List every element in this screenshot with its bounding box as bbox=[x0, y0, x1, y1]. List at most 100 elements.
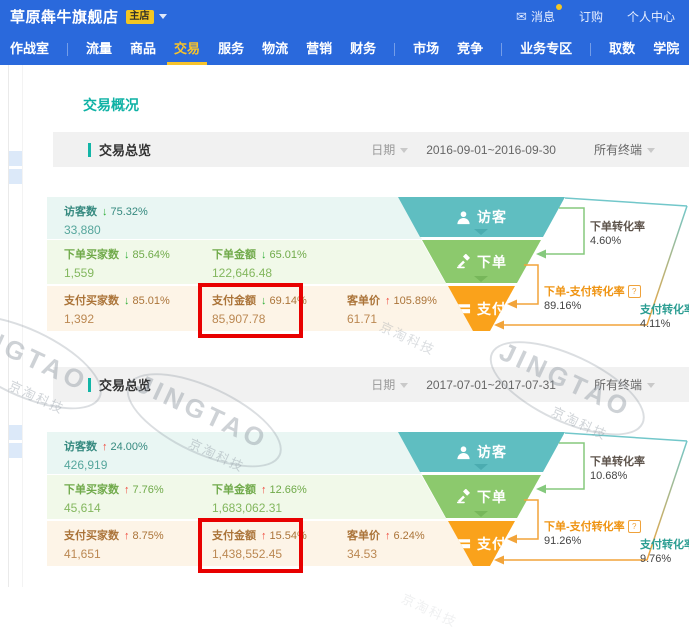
card-icon bbox=[456, 301, 471, 316]
date-filter-dropdown[interactable]: 日期 bbox=[371, 376, 408, 393]
orders-label: 订购 bbox=[579, 8, 603, 25]
metric-value: 426,919 bbox=[64, 458, 148, 472]
date-filter-dropdown[interactable]: 日期 bbox=[371, 141, 408, 158]
metric-value: 41,651 bbox=[64, 547, 164, 561]
page-title: 交易概况 bbox=[83, 95, 139, 115]
help-icon[interactable] bbox=[628, 520, 641, 533]
order-pay-rate-label: 下单-支付转化率 bbox=[544, 283, 641, 299]
conversion-funnel: 访客 下单 支付 bbox=[398, 197, 565, 331]
section-header: 交易总览 日期 2016-09-01~2016-09-30 所有终端 bbox=[53, 132, 689, 167]
trend-arrow: ↑ bbox=[124, 530, 130, 542]
section-title: 交易总览 bbox=[99, 140, 151, 159]
top-bar: 草原犇牛旗舰店 主店 ✉ 消息 订购 个人中心 bbox=[0, 0, 689, 33]
mail-icon: ✉ bbox=[516, 9, 527, 25]
chevron-down-icon bbox=[474, 464, 488, 470]
personal-center-label: 个人中心 bbox=[627, 8, 675, 25]
gavel-icon bbox=[456, 254, 471, 269]
metric-pay-buyers: 支付买家数↓85.01% 1,392 bbox=[64, 292, 170, 326]
main-shop-badge: 主店 bbox=[126, 10, 154, 24]
trend-arrow: ↑ bbox=[261, 484, 267, 496]
messages-label: 消息 bbox=[531, 8, 555, 25]
trend-arrow: ↓ bbox=[124, 249, 130, 261]
personal-center-link[interactable]: 个人中心 bbox=[627, 8, 675, 25]
nav-item-products[interactable]: 商品 bbox=[130, 33, 156, 65]
nav-item-competition[interactable]: 竞争 bbox=[457, 33, 483, 65]
metric-visitors: 访客数↑24.00% 426,919 bbox=[64, 438, 148, 472]
nav-item-finance[interactable]: 财务 bbox=[350, 33, 376, 65]
funnel-stage-pay: 支付 bbox=[398, 521, 565, 566]
nav-separator bbox=[501, 43, 502, 56]
funnel-stage-pay: 支付 bbox=[398, 286, 565, 331]
metric-order-amount: 下单金额↑12.66% 1,683,062.31 bbox=[212, 481, 307, 515]
nav-item-market[interactable]: 市场 bbox=[413, 33, 439, 65]
pay-rate-value: 4.11% bbox=[640, 318, 670, 330]
card-icon bbox=[456, 536, 471, 551]
order-rate-label: 下单转化率 bbox=[590, 453, 645, 469]
trend-arrow: ↑ bbox=[102, 441, 108, 453]
nav-item-service[interactable]: 服务 bbox=[218, 33, 244, 65]
pay-rate-label: 支付转化率 bbox=[640, 536, 689, 552]
order-pay-rate-value: 91.26% bbox=[544, 535, 581, 547]
chevron-down-icon bbox=[400, 148, 408, 153]
metric-value: 1,392 bbox=[64, 312, 170, 326]
nav-item-academy[interactable]: 学院 bbox=[653, 33, 679, 65]
metric-pay-buyers: 支付买家数↑8.75% 41,651 bbox=[64, 527, 164, 561]
shop-switcher[interactable]: 草原犇牛旗舰店 主店 bbox=[10, 6, 167, 27]
metric-value: 122,646.48 bbox=[212, 266, 307, 280]
metric-value: 33,880 bbox=[64, 223, 148, 237]
trend-arrow: ↓ bbox=[261, 249, 267, 261]
notification-dot bbox=[556, 4, 562, 10]
section-title: 交易总览 bbox=[99, 375, 151, 394]
nav-separator bbox=[590, 43, 591, 56]
pay-amount-highlight-box bbox=[198, 283, 303, 338]
pay-rate-label: 支付转化率 bbox=[640, 301, 689, 317]
order-pay-rate-value: 89.16% bbox=[544, 300, 581, 312]
chevron-down-icon bbox=[474, 511, 488, 517]
gavel-icon bbox=[456, 489, 471, 504]
metric-order-amount: 下单金额↓65.01% 122,646.48 bbox=[212, 246, 307, 280]
shop-name: 草原犇牛旗舰店 bbox=[10, 6, 119, 27]
orders-link[interactable]: 订购 bbox=[579, 8, 603, 25]
chevron-down-icon bbox=[647, 148, 655, 153]
order-pay-rate-label: 下单-支付转化率 bbox=[544, 518, 641, 534]
metric-value: 1,559 bbox=[64, 266, 170, 280]
nav-item-business-zone[interactable]: 业务专区 bbox=[520, 33, 572, 65]
trend-arrow: ↑ bbox=[385, 295, 391, 307]
trend-arrow: ↑ bbox=[385, 530, 391, 542]
terminal-filter-dropdown[interactable]: 所有终端 bbox=[594, 141, 655, 158]
chevron-down-icon bbox=[474, 229, 488, 235]
metric-visitors: 访客数↓75.32% 33,880 bbox=[64, 203, 148, 237]
date-range-value[interactable]: 2017-07-01~2017-07-31 bbox=[426, 378, 556, 392]
nav-item-logistics[interactable]: 物流 bbox=[262, 33, 288, 65]
section-controls: 日期 2016-09-01~2016-09-30 所有终端 bbox=[371, 141, 655, 158]
dashboard-page: 草原犇牛旗舰店 主店 ✉ 消息 订购 个人中心 作战室 流量 商品 交易 服务 … bbox=[0, 0, 689, 636]
pay-amount-highlight-box bbox=[198, 518, 303, 573]
help-icon[interactable] bbox=[628, 285, 641, 298]
watermark-text: 京淘科技 bbox=[399, 588, 461, 631]
top-bar-right: ✉ 消息 订购 个人中心 bbox=[516, 8, 675, 25]
section-accent-bar bbox=[88, 378, 91, 392]
section-header: 交易总览 日期 2017-07-01~2017-07-31 所有终端 bbox=[53, 367, 689, 402]
nav-item-war-room[interactable]: 作战室 bbox=[10, 33, 49, 65]
conversion-funnel: 访客 下单 支付 bbox=[398, 432, 565, 566]
date-range-value[interactable]: 2016-09-01~2016-09-30 bbox=[426, 143, 556, 157]
section-controls: 日期 2017-07-01~2017-07-31 所有终端 bbox=[371, 376, 655, 393]
nav-item-marketing[interactable]: 营销 bbox=[306, 33, 332, 65]
terminal-filter-dropdown[interactable]: 所有终端 bbox=[594, 376, 655, 393]
section-accent-bar bbox=[88, 143, 91, 157]
metric-order-buyers: 下单买家数↑7.76% 45,614 bbox=[64, 481, 164, 515]
metric-order-buyers: 下单买家数↓85.64% 1,559 bbox=[64, 246, 170, 280]
order-rate-label: 下单转化率 bbox=[590, 218, 645, 234]
nav-item-traffic[interactable]: 流量 bbox=[86, 33, 112, 65]
nav-item-transactions[interactable]: 交易 bbox=[174, 33, 200, 65]
chevron-down-icon bbox=[474, 276, 488, 282]
person-icon bbox=[456, 210, 471, 225]
chevron-down-icon bbox=[400, 383, 408, 388]
transaction-overview-section-2: 交易总览 日期 2017-07-01~2017-07-31 所有终端 访客数↑2… bbox=[0, 367, 689, 579]
main-nav: 作战室 流量 商品 交易 服务 物流 营销 财务 市场 竞争 业务专区 取数 学… bbox=[0, 33, 689, 65]
messages-link[interactable]: ✉ 消息 bbox=[516, 8, 555, 25]
chevron-down-icon bbox=[647, 383, 655, 388]
nav-separator bbox=[394, 43, 395, 56]
transaction-overview-section-1: 交易总览 日期 2016-09-01~2016-09-30 所有终端 访客数↓7… bbox=[0, 132, 689, 344]
nav-item-data-extract[interactable]: 取数 bbox=[609, 33, 635, 65]
